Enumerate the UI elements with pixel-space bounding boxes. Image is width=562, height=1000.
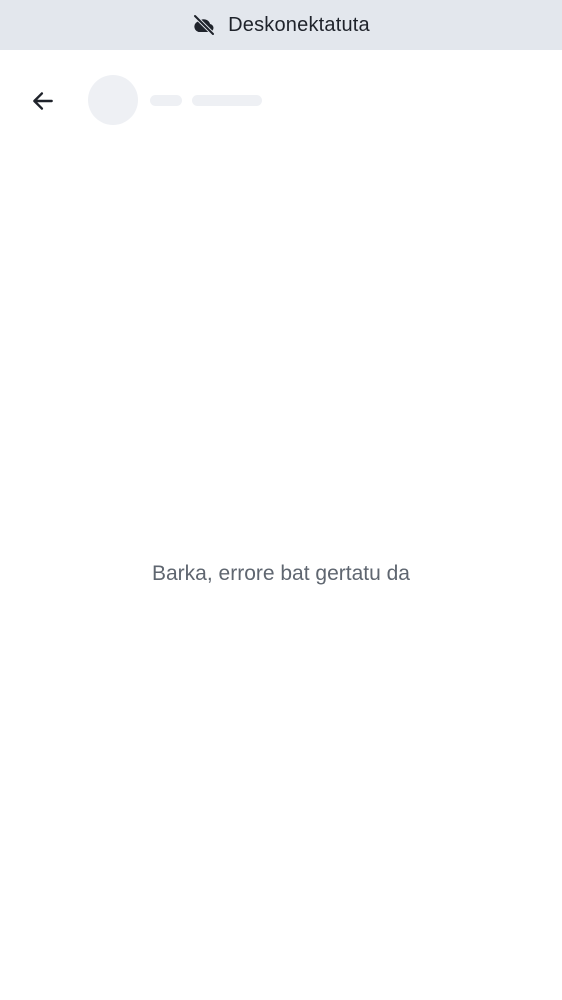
chat-header xyxy=(0,50,562,150)
name-skeleton xyxy=(150,95,182,106)
title-skeleton xyxy=(192,95,262,106)
offline-banner: Deskonektatuta xyxy=(0,0,562,50)
error-message: Barka, errore bat gertatu da xyxy=(152,562,410,585)
offline-status-text: Deskonektatuta xyxy=(228,13,370,36)
arrow-left-icon xyxy=(30,88,56,114)
avatar-skeleton xyxy=(88,75,138,125)
back-button[interactable] xyxy=(20,78,66,124)
cloud-off-icon xyxy=(192,13,216,37)
